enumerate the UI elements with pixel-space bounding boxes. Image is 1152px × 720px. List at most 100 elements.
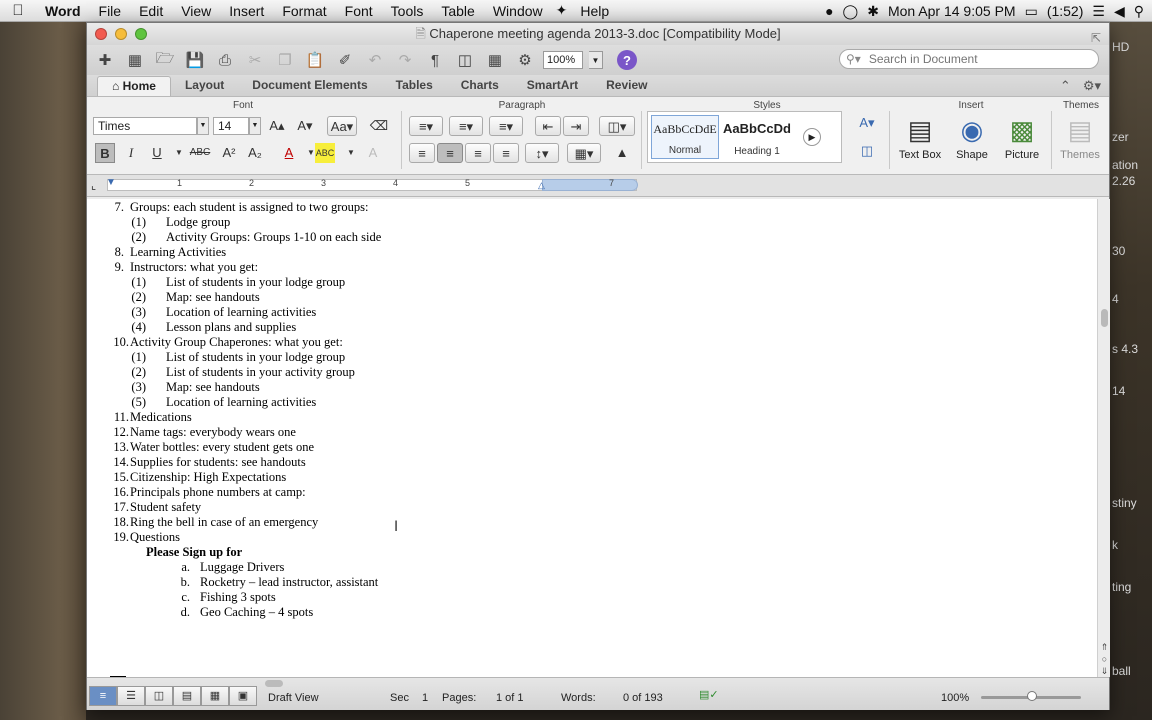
list-item[interactable]: (1) List of students in your lodge group xyxy=(131,275,345,290)
menu-font[interactable]: Font xyxy=(336,3,382,19)
list-item[interactable]: 10. Activity Group Chaperones: what you g… xyxy=(113,335,342,350)
superscript-icon[interactable]: A² xyxy=(219,143,239,163)
list-item[interactable]: (3) Map: see handouts xyxy=(131,380,259,395)
strikethrough-button[interactable]: ABC xyxy=(187,143,213,163)
clock[interactable]: Mon Apr 14 9:05 PM xyxy=(888,3,1016,19)
menu-tools[interactable]: Tools xyxy=(382,3,433,19)
apple-icon[interactable]:  xyxy=(0,2,36,19)
font-size-dropdown-icon[interactable]: ▼ xyxy=(249,117,261,135)
desktop-label[interactable]: ting xyxy=(1112,580,1131,594)
list-item[interactable]: 7. Groups: each student is assigned to tw… xyxy=(115,200,369,215)
next-page-icon[interactable]: ⇓ xyxy=(1098,665,1111,677)
desktop-label[interactable]: ation xyxy=(1112,158,1138,172)
list-item[interactable]: 12. Name tags: everybody wears one xyxy=(113,425,296,440)
desktop-label[interactable]: ball xyxy=(1112,664,1131,678)
zoom-dropdown-icon[interactable]: ▼ xyxy=(589,51,603,69)
borders-icon[interactable]: ▦▾ xyxy=(567,143,601,163)
list-item[interactable]: b. Rocketry – lead instructor, assistant xyxy=(181,575,379,590)
desktop-label[interactable]: 4 xyxy=(1112,292,1119,306)
menu-insert[interactable]: Insert xyxy=(220,3,273,19)
help-button[interactable]: ? xyxy=(617,50,637,70)
bluetooth-icon[interactable]: ✱ xyxy=(867,3,879,20)
list-item[interactable]: (5) Location of learning activities xyxy=(131,395,316,410)
toolbox-icon[interactable]: ⚙ xyxy=(513,49,537,71)
proofing-icon[interactable]: ▤✓ xyxy=(699,688,719,701)
insert-text-box[interactable]: ▤ Text Box xyxy=(897,111,943,161)
tab-selector-icon[interactable]: ⌞ xyxy=(91,179,96,192)
change-case-icon[interactable]: Aa▾ xyxy=(327,116,357,136)
styles-next-icon[interactable]: ▶ xyxy=(803,128,821,146)
search-input[interactable] xyxy=(868,52,1059,66)
justify-icon[interactable]: ≡ xyxy=(493,143,519,163)
insert-picture[interactable]: ▩ Picture xyxy=(999,111,1045,161)
show-formatting-icon[interactable]: ¶ xyxy=(423,49,447,71)
full-screen-view-button[interactable]: ▣ xyxy=(229,686,257,706)
font-name-dropdown-icon[interactable]: ▼ xyxy=(197,117,209,135)
search-icon[interactable]: ⚲▾ xyxy=(846,52,861,66)
list-item[interactable]: 16. Principals phone numbers at camp: xyxy=(113,485,305,500)
tab-review[interactable]: Review xyxy=(592,76,661,96)
shading-icon[interactable]: ▲ xyxy=(609,143,635,163)
ribbon-settings-icon[interactable]: ⚙▾ xyxy=(1083,78,1101,94)
menu-window[interactable]: Window xyxy=(484,3,552,19)
close-button[interactable] xyxy=(95,28,107,40)
copy-icon[interactable]: ❐ xyxy=(273,49,297,71)
desktop-label[interactable]: stiny xyxy=(1112,496,1137,510)
script-icon[interactable]: ✦ xyxy=(552,2,572,19)
redo-icon[interactable]: ↷ xyxy=(393,49,417,71)
bold-button[interactable]: B xyxy=(95,143,115,163)
outline-view-button[interactable]: ☰ xyxy=(117,686,145,706)
list-item[interactable]: (1) List of students in your lodge group xyxy=(131,350,345,365)
clear-formatting-icon[interactable]: ⌫ xyxy=(369,116,389,136)
desktop-label[interactable]: HD xyxy=(1112,40,1129,54)
volume-icon[interactable]: ◀ xyxy=(1114,3,1125,20)
styles-pane-icon[interactable]: ◫ xyxy=(857,141,877,161)
record-icon[interactable]: ● xyxy=(825,3,833,19)
horizontal-scroll-thumb[interactable] xyxy=(265,680,283,687)
list-item[interactable]: 14. Supplies for students: see handouts xyxy=(113,455,305,470)
indent-marker-icon[interactable]: ▼ xyxy=(106,177,116,188)
underline-button[interactable]: U xyxy=(147,143,167,163)
style-normal[interactable]: AaBbCcDdE Normal xyxy=(651,115,719,159)
menu-format[interactable]: Format xyxy=(273,3,335,19)
list-item[interactable]: a. Luggage Drivers xyxy=(181,560,284,575)
grow-font-icon[interactable]: A▴ xyxy=(267,116,287,136)
paste-icon[interactable]: 📋 xyxy=(303,49,327,71)
list-item[interactable]: 17. Student safety xyxy=(113,500,201,515)
battery-icon[interactable]: ▭ xyxy=(1025,3,1038,20)
highlight-icon[interactable]: ABC xyxy=(315,143,335,163)
list-item[interactable]: 8. Learning Activities xyxy=(115,245,227,260)
underline-dropdown-icon[interactable]: ▼ xyxy=(169,143,189,163)
shrink-font-icon[interactable]: A▾ xyxy=(295,116,315,136)
numbering-icon[interactable]: ≡▾ xyxy=(449,116,483,136)
tab-document-elements[interactable]: Document Elements xyxy=(238,76,381,96)
menu-table[interactable]: Table xyxy=(432,3,483,19)
scroll-thumb[interactable] xyxy=(1101,309,1108,327)
desktop-label[interactable]: zer xyxy=(1112,130,1129,144)
tab-charts[interactable]: Charts xyxy=(447,76,513,96)
line-spacing-icon[interactable]: ↕▾ xyxy=(525,143,559,163)
list-item[interactable]: 19. Questions xyxy=(113,530,180,545)
previous-page-icon[interactable]: ⇑ xyxy=(1098,641,1111,653)
wifi-icon[interactable]: ☰ xyxy=(1092,3,1105,20)
draft-view-button[interactable]: ≡ xyxy=(89,686,117,706)
gallery-icon[interactable]: ▦ xyxy=(483,49,507,71)
desktop-label[interactable]: 14 xyxy=(1112,384,1125,398)
themes-button[interactable]: ▤ Themes xyxy=(1057,111,1103,161)
style-heading-1[interactable]: AaBbCcDd Heading 1 xyxy=(723,115,791,159)
minimize-button[interactable] xyxy=(115,28,127,40)
vertical-scrollbar[interactable]: ⇑ ○ ⇓ xyxy=(1097,199,1110,677)
italic-button[interactable]: I xyxy=(121,143,141,163)
tab-layout[interactable]: Layout xyxy=(171,76,238,96)
menu-edit[interactable]: Edit xyxy=(130,3,172,19)
list-item[interactable]: 11. Medications xyxy=(114,410,192,425)
highlight-dropdown-icon[interactable]: ▼ xyxy=(341,143,361,163)
document-area[interactable]: 7. Groups: each student is assigned to tw… xyxy=(87,199,1097,677)
tab-tables[interactable]: Tables xyxy=(382,76,447,96)
font-name-field[interactable]: Times xyxy=(93,117,197,135)
sign-up-heading[interactable]: Please Sign up for xyxy=(146,545,242,560)
menu-app-word[interactable]: Word xyxy=(36,3,90,19)
insert-shape[interactable]: ◉ Shape xyxy=(949,111,995,161)
align-right-icon[interactable]: ≡ xyxy=(465,143,491,163)
notebook-view-button[interactable]: ▦ xyxy=(201,686,229,706)
